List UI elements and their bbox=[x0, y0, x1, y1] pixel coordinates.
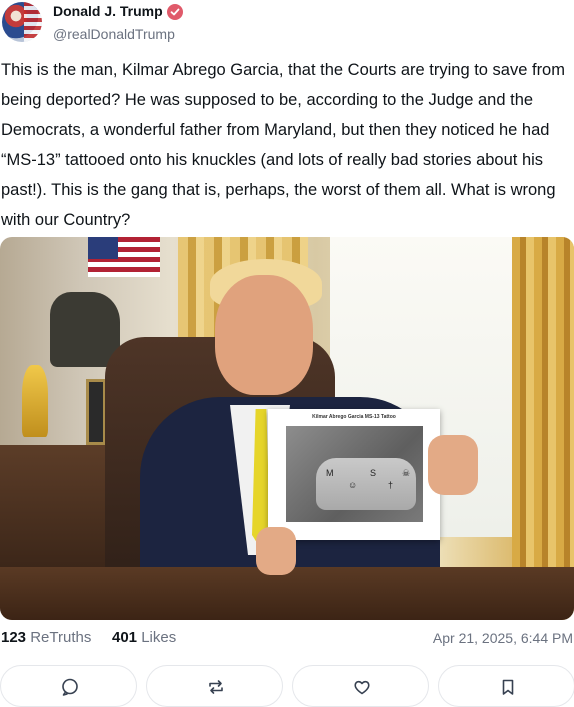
likes-label: Likes bbox=[141, 629, 177, 646]
tattoo-symbol: S bbox=[370, 468, 377, 478]
tattoo-symbol: M bbox=[326, 468, 334, 478]
like-button[interactable] bbox=[292, 665, 429, 707]
retruths-label: ReTruths bbox=[30, 629, 92, 646]
held-paper: Kilmar Abrego Garcia MS-13 Tattoo M ☺ S … bbox=[268, 409, 440, 540]
reply-button[interactable] bbox=[0, 665, 137, 707]
hand bbox=[428, 435, 478, 495]
statue bbox=[50, 292, 120, 367]
retruths-count: 123 bbox=[1, 629, 27, 646]
knuckles: M ☺ S † ☠ bbox=[316, 458, 416, 510]
verified-badge-icon bbox=[167, 4, 183, 20]
retruths-stat[interactable]: 123 ReTruths bbox=[1, 629, 91, 646]
desk bbox=[0, 567, 574, 620]
post-timestamp[interactable]: Apr 21, 2025, 6:44 PM bbox=[433, 630, 573, 646]
flag-canton bbox=[88, 237, 118, 259]
picture-frame bbox=[86, 379, 106, 445]
tattoo-symbol: ☠ bbox=[402, 468, 411, 478]
post-header: Donald J. Trump @realDonaldTrump bbox=[0, 0, 574, 48]
head bbox=[215, 275, 313, 395]
tattoo-symbol: † bbox=[388, 480, 394, 490]
knuckle-photo: M ☺ S † ☠ bbox=[286, 426, 423, 522]
bookmark-button[interactable] bbox=[438, 665, 574, 707]
post-stats: 123 ReTruths 401 Likes Apr 21, 2025, 6:4… bbox=[0, 629, 574, 651]
bookmark-icon bbox=[502, 679, 514, 695]
like-icon bbox=[354, 680, 370, 695]
avatar[interactable] bbox=[2, 2, 42, 42]
tattoo-symbol: ☺ bbox=[348, 480, 358, 490]
likes-count: 401 bbox=[112, 629, 138, 646]
held-paper-caption: Kilmar Abrego Garcia MS-13 Tattoo bbox=[312, 414, 396, 420]
likes-stat[interactable]: 401 Likes bbox=[112, 629, 176, 646]
side-table bbox=[0, 445, 110, 575]
author-handle[interactable]: @realDonaldTrump bbox=[53, 26, 175, 42]
retruth-icon bbox=[209, 680, 223, 694]
trophy bbox=[22, 365, 48, 437]
post-text: This is the man, Kilmar Abrego Garcia, t… bbox=[1, 61, 565, 229]
retruth-button[interactable] bbox=[146, 665, 283, 707]
action-bar bbox=[0, 665, 574, 707]
author-name[interactable]: Donald J. Trump bbox=[53, 3, 163, 19]
hand bbox=[256, 527, 296, 575]
curtain bbox=[512, 237, 574, 567]
post-image[interactable]: Kilmar Abrego Garcia MS-13 Tattoo M ☺ S … bbox=[0, 237, 574, 620]
reply-icon bbox=[62, 678, 78, 696]
